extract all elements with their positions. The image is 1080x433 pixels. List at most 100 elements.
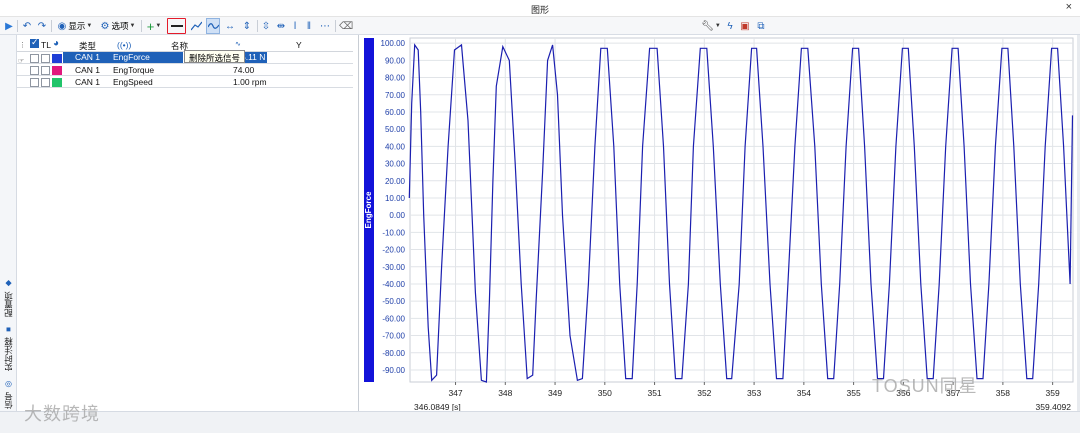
play-icon[interactable]: ▶ — [3, 18, 15, 34]
y-tick-label: -20.00 — [382, 246, 405, 255]
x-tick-label: 358 — [996, 388, 1010, 398]
toolbar-separator — [257, 20, 258, 32]
x-tick-label: 354 — [797, 388, 811, 398]
expand-vertical-icon[interactable]: ⇳ — [260, 18, 272, 34]
single-cursor-icon[interactable]: ǀ — [290, 18, 300, 34]
row-tl-checkbox[interactable] — [41, 54, 50, 63]
undo-icon[interactable]: ↶ — [21, 18, 33, 34]
remove-signal-tooltip: 删除所选信号 — [184, 50, 246, 63]
side-tab-strip: 配置项 ◆ 实时注释 ■ 信号 ◎ — [0, 35, 17, 411]
x-tick-label: 350 — [598, 388, 612, 398]
fit-vertical-icon[interactable]: ⇕ — [240, 18, 254, 34]
header-type[interactable]: 类型 — [79, 40, 96, 52]
toolbar-separator — [141, 20, 142, 32]
row-color-swatch[interactable] — [52, 78, 62, 87]
chevron-down-icon: ▼ — [714, 23, 721, 29]
row-signal-name: EngForce — [111, 52, 183, 63]
row-color-swatch[interactable] — [52, 66, 62, 75]
add-signal-button[interactable]: + ▼ — [144, 18, 164, 34]
x-start-label: 346.0849 [s] — [414, 402, 461, 411]
row-visible-checkbox[interactable] — [30, 66, 39, 75]
side-tab-signal[interactable]: 信号 ◎ — [1, 375, 16, 409]
y-tick-label: -10.00 — [382, 228, 405, 237]
x-tick-label: 353 — [747, 388, 761, 398]
row-tl-checkbox[interactable] — [41, 78, 50, 87]
y-tick-label: 0.00 — [389, 211, 405, 220]
y-tick-label: 50.00 — [385, 125, 406, 134]
signal-icon: ((•)) — [117, 40, 132, 50]
chevron-down-icon: ▼ — [129, 23, 136, 29]
chevron-down-icon: ▼ — [86, 23, 93, 29]
options-label: 选项 — [111, 21, 129, 31]
y-tick-label: 80.00 — [385, 74, 406, 83]
toolbar-separator — [335, 20, 336, 32]
chart-area[interactable]: EngForce 100.00 90.00 80.00 70.00 60.00 50.00 4… — [360, 35, 1077, 412]
y-tick-label: 90.00 — [385, 56, 406, 65]
row-tl-checkbox[interactable] — [41, 66, 50, 75]
watermark-right: TOSUN同星 — [872, 376, 978, 396]
x-tick-label: 347 — [448, 388, 462, 398]
header-tl[interactable]: TL — [41, 40, 51, 50]
side-tab-annotation[interactable]: 实时注释 ■ — [1, 323, 16, 371]
x-end-label: 359.4092 — [1036, 402, 1072, 411]
redo-icon[interactable]: ↷ — [36, 18, 48, 34]
dual-cursor-icon[interactable]: ǁ — [303, 18, 315, 34]
more-icon[interactable]: ⋯ — [318, 18, 332, 34]
watermark-left: 大数跨境 — [24, 404, 100, 424]
y-tick-label: -50.00 — [382, 297, 405, 306]
export-image-icon[interactable]: ⧉ — [754, 18, 768, 34]
y-tick-label: -40.00 — [382, 280, 405, 289]
eraser-icon[interactable]: ⌫ — [339, 18, 353, 34]
side-tab-config-label: 配置项 — [3, 291, 14, 318]
y-tick-label: 10.00 — [385, 194, 406, 203]
row-signal-name: EngTorque — [113, 65, 155, 75]
y-tick-label: 100.00 — [381, 39, 406, 48]
x-tick-label: 352 — [697, 388, 711, 398]
window-settings-icon[interactable]: ▣ — [739, 18, 751, 34]
row-visible-checkbox[interactable] — [30, 78, 39, 87]
display-menu-button[interactable]: ◉ 显示 ▼ — [55, 18, 95, 34]
x-tick-label: 359 — [1046, 388, 1060, 398]
options-menu-button[interactable]: ⚙ 选项 ▼ — [98, 18, 138, 34]
x-tick-label: 355 — [847, 388, 861, 398]
display-icon: ◉ — [57, 20, 67, 32]
side-tab-annotation-label: 实时注释 — [3, 337, 14, 371]
row-visible-checkbox[interactable] — [30, 54, 39, 63]
signal-row[interactable]: CAN 1 EngSpeed 1.00 rpm — [17, 76, 353, 88]
row-channel: CAN 1 — [63, 52, 111, 63]
y-tick-label: 40.00 — [385, 142, 406, 151]
fit-horizontal-icon[interactable]: ↔ — [223, 18, 237, 34]
plus-icon: + — [146, 18, 155, 34]
select-all-checkbox[interactable] — [30, 37, 39, 48]
header-y[interactable]: Y — [296, 40, 302, 50]
chart-line-icon[interactable] — [189, 18, 203, 34]
y-tick-label: 60.00 — [385, 108, 406, 117]
chevron-down-icon: ▼ — [155, 23, 162, 29]
cursor-value-icon: ∿ — [235, 41, 241, 48]
remove-signal-button[interactable] — [167, 18, 186, 34]
wrench-icon: 🔧︎ — [701, 20, 714, 32]
gear-icon: ⚙ — [100, 20, 110, 32]
lightning-icon[interactable]: ϟ — [724, 18, 736, 34]
side-tab-config[interactable]: 配置项 ◆ — [1, 277, 16, 318]
color-palette-icon[interactable]: ◕ — [53, 38, 59, 49]
close-icon[interactable]: × — [1066, 1, 1072, 13]
y-axis-label: EngForce — [364, 191, 373, 228]
signal-chart[interactable]: EngForce 100.00 90.00 80.00 70.00 60.00 50.00 4… — [360, 35, 1077, 412]
wrench-menu-button[interactable]: 🔧︎ ▼ — [701, 18, 721, 34]
y-tick-label: -80.00 — [382, 349, 405, 358]
wave-view-icon[interactable] — [206, 18, 220, 34]
x-tick-label: 349 — [548, 388, 562, 398]
x-tick-label: 351 — [647, 388, 661, 398]
signal-list-panel: ⋮ TL ◕ 类型 ((•)) 名称 ∿ Y ☞ CAN 1 EngForce … — [17, 35, 359, 411]
row-channel: CAN 1 — [75, 77, 101, 87]
row-color-swatch[interactable] — [52, 54, 62, 63]
signal-row[interactable]: CAN 1 EngTorque 74.00 — [17, 64, 353, 76]
y-tick-label: -90.00 — [382, 366, 405, 375]
toolbar: ▶ ↶ ↷ ◉ 显示 ▼ ⚙ 选项 ▼ + ▼ ↔ ⇕ ⇳ ⇹ ǀ ǁ ⋯ ⌫ … — [0, 17, 1080, 35]
minus-icon — [170, 25, 183, 27]
collapse-horizontal-icon[interactable]: ⇹ — [275, 18, 287, 34]
y-tick-label: -30.00 — [382, 263, 405, 272]
signal-icon: ◎ — [4, 380, 13, 389]
display-label: 显示 — [68, 21, 86, 31]
